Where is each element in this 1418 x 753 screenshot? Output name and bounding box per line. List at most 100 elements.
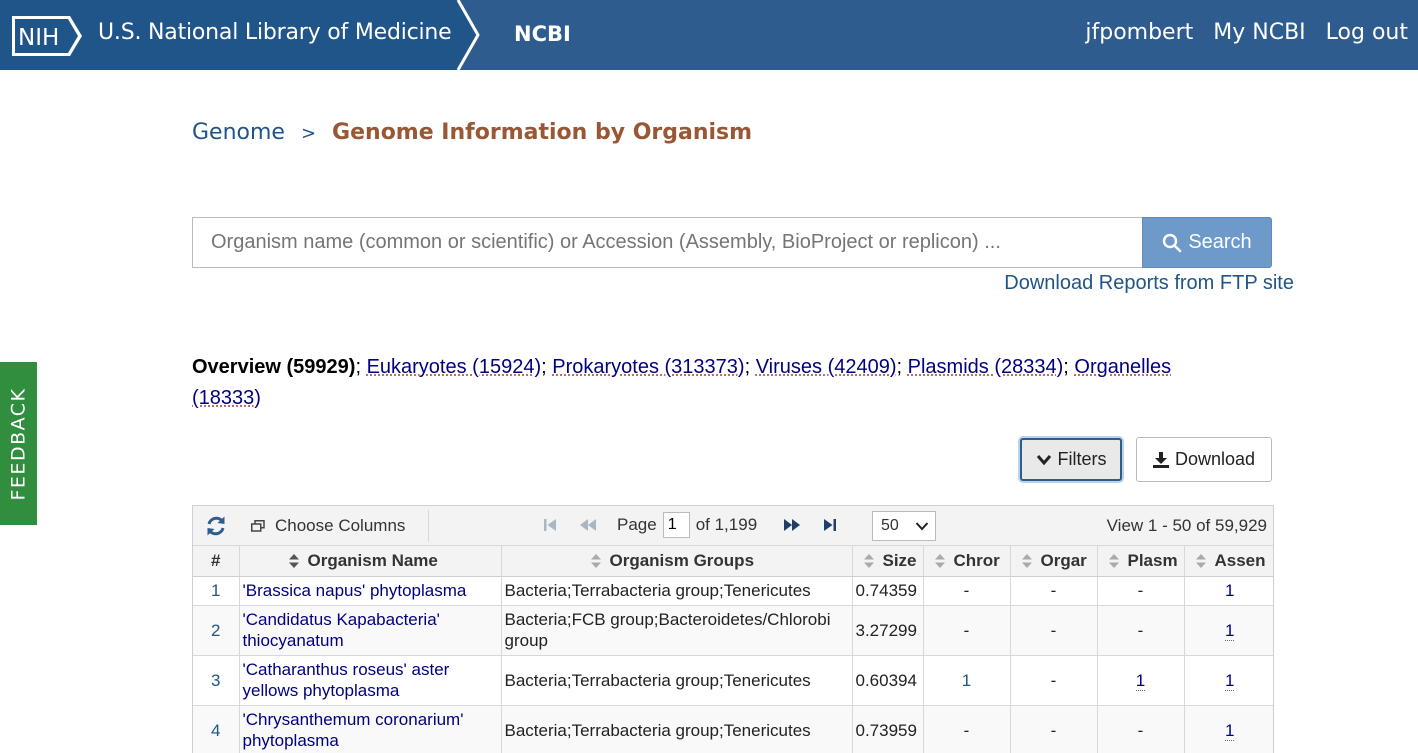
- row-index: 2: [193, 605, 240, 656]
- overview-link-prokaryotes[interactable]: Prokaryotes (313373): [552, 356, 744, 378]
- page-title: Genome Information by Organism: [332, 120, 753, 145]
- choose-columns-label: Choose Columns: [275, 516, 406, 535]
- chromosomes-link[interactable]: 1: [923, 655, 1011, 706]
- assemblies-link[interactable]: 1: [1184, 655, 1273, 706]
- pager: Page of 1,199: [541, 512, 859, 538]
- column-header-chromosomes[interactable]: Chror: [923, 546, 1011, 577]
- ncbi-header: NIH U.S. National Library of Medicine NC…: [0, 0, 1418, 70]
- sort-icon: [1108, 554, 1119, 569]
- columns-icon: [251, 520, 265, 532]
- organism-name-link[interactable]: 'Catharanthus roseus' aster yellows phyt…: [239, 655, 502, 706]
- sort-icon: [288, 554, 299, 569]
- chevron-down-icon: [1036, 454, 1051, 465]
- column-header-plasmids[interactable]: Plasm: [1097, 546, 1185, 577]
- organism-groups-cell: Bacteria;Terrabacteria group;Tenericutes: [501, 576, 853, 606]
- overview-link-eukaryotes[interactable]: Eukaryotes (15924): [367, 356, 542, 378]
- breadcrumb-genome-link[interactable]: Genome: [192, 120, 285, 145]
- sort-icon: [590, 554, 601, 569]
- svg-text:NIH: NIH: [18, 25, 59, 51]
- size-cell: 3.27299: [852, 605, 924, 656]
- sort-icon: [1195, 554, 1206, 569]
- my-ncbi-link[interactable]: My NCBI: [1213, 20, 1305, 45]
- username-link[interactable]: jfpombert: [1085, 20, 1193, 45]
- overview-link-viruses[interactable]: Viruses (42409): [756, 356, 897, 378]
- overview-line: Overview (59929); Eukaryotes (15924); Pr…: [192, 356, 1172, 409]
- column-header-assemblies[interactable]: Assen: [1184, 546, 1273, 577]
- organism-name-link[interactable]: 'Brassica napus' phytoplasma: [239, 576, 502, 606]
- nih-title-link[interactable]: U.S. National Library of Medicine: [98, 20, 452, 45]
- sort-icon: [863, 554, 874, 569]
- organism-table: # Organism Name Organism Groups Size Chr…: [193, 546, 1273, 753]
- chevron-down-icon: [915, 522, 929, 531]
- table-row: 4 'Chrysanthemum coronarium' phytoplasma…: [193, 705, 1273, 753]
- chromosomes-cell: -: [923, 705, 1011, 753]
- column-header-index[interactable]: #: [193, 546, 240, 577]
- download-icon: [1152, 451, 1169, 468]
- search-button[interactable]: Search: [1142, 217, 1272, 268]
- column-header-size[interactable]: Size: [852, 546, 924, 577]
- organism-groups-cell: Bacteria;Terrabacteria group;Tenericutes: [501, 655, 853, 706]
- filters-button-label: Filters: [1057, 449, 1107, 469]
- first-page-icon[interactable]: [541, 516, 559, 534]
- previous-page-icon[interactable]: [579, 516, 597, 534]
- row-index: 3: [193, 655, 240, 706]
- assemblies-link[interactable]: 1: [1184, 576, 1273, 606]
- page-number-input[interactable]: [662, 512, 690, 538]
- user-nav: jfpombert My NCBI Log out: [1085, 20, 1408, 45]
- ncbi-home-link[interactable]: NCBI: [514, 22, 571, 46]
- table-row: 1 'Brassica napus' phytoplasma Bacteria;…: [193, 576, 1273, 606]
- assemblies-link[interactable]: 1: [1184, 705, 1273, 753]
- size-cell: 0.73959: [852, 705, 924, 753]
- column-header-organism-groups[interactable]: Organism Groups: [501, 546, 853, 577]
- organism-name-link[interactable]: 'Candidatus Kapabacteria' thiocyanatum: [239, 605, 502, 656]
- rows-per-page-value: 50: [881, 517, 899, 534]
- ftp-reports-link[interactable]: Download Reports from FTP site: [1004, 272, 1294, 295]
- column-header-organism-name[interactable]: Organism Name: [239, 546, 502, 577]
- filters-button[interactable]: Filters: [1020, 438, 1122, 481]
- refresh-icon[interactable]: [205, 515, 227, 537]
- choose-columns-button[interactable]: Choose Columns: [251, 516, 405, 536]
- row-index: 1: [193, 576, 240, 606]
- assemblies-link[interactable]: 1: [1184, 605, 1273, 656]
- last-page-icon[interactable]: [821, 516, 839, 534]
- organelles-cell: -: [1010, 705, 1098, 753]
- organism-name-link[interactable]: 'Chrysanthemum coronarium' phytoplasma: [239, 705, 502, 753]
- size-cell: 0.74359: [852, 576, 924, 606]
- page-total: of 1,199: [695, 515, 758, 534]
- search-icon: [1163, 233, 1182, 252]
- search-bar: Search: [192, 217, 1272, 268]
- sort-icon: [934, 554, 945, 569]
- chromosomes-cell: -: [923, 576, 1011, 606]
- download-button[interactable]: Download: [1136, 437, 1272, 482]
- feedback-tab[interactable]: FEEDBACK: [0, 362, 37, 525]
- size-cell: 0.60394: [852, 655, 924, 706]
- column-header-organelles[interactable]: Orgar: [1010, 546, 1098, 577]
- next-page-icon[interactable]: [783, 516, 801, 534]
- organism-groups-cell: Bacteria;FCB group;Bacteroidetes/Chlorob…: [501, 605, 853, 656]
- table-row: 3 'Catharanthus roseus' aster yellows ph…: [193, 655, 1273, 706]
- breadcrumb: Genome > Genome Information by Organism: [192, 120, 752, 145]
- search-button-label: Search: [1188, 231, 1252, 253]
- breadcrumb-separator: >: [300, 123, 317, 144]
- overview-current: Overview (59929): [192, 356, 356, 378]
- chromosomes-cell: -: [923, 605, 1011, 656]
- table-header-row: # Organism Name Organism Groups Size Chr…: [193, 546, 1273, 577]
- plasmids-link[interactable]: 1: [1097, 655, 1185, 706]
- organelles-cell: -: [1010, 655, 1098, 706]
- view-count: View 1 - 50 of 59,929: [1106, 516, 1267, 535]
- nih-logo-icon[interactable]: NIH: [12, 16, 82, 56]
- search-input[interactable]: [192, 217, 1142, 268]
- plasmids-cell: -: [1097, 605, 1185, 656]
- overview-link-plasmids[interactable]: Plasmids (28334): [908, 356, 1064, 378]
- feedback-label: FEEDBACK: [7, 387, 30, 500]
- organism-groups-cell: Bacteria;Terrabacteria group;Tenericutes: [501, 705, 853, 753]
- table-row: 2 'Candidatus Kapabacteria' thiocyanatum…: [193, 605, 1273, 656]
- organelles-cell: -: [1010, 576, 1098, 606]
- page-label: Page: [617, 515, 657, 534]
- organelles-cell: -: [1010, 605, 1098, 656]
- rows-per-page-select[interactable]: 50: [872, 511, 936, 541]
- row-index: 4: [193, 705, 240, 753]
- plasmids-cell: -: [1097, 576, 1185, 606]
- logout-link[interactable]: Log out: [1326, 20, 1408, 45]
- toolbar-divider: [428, 510, 429, 542]
